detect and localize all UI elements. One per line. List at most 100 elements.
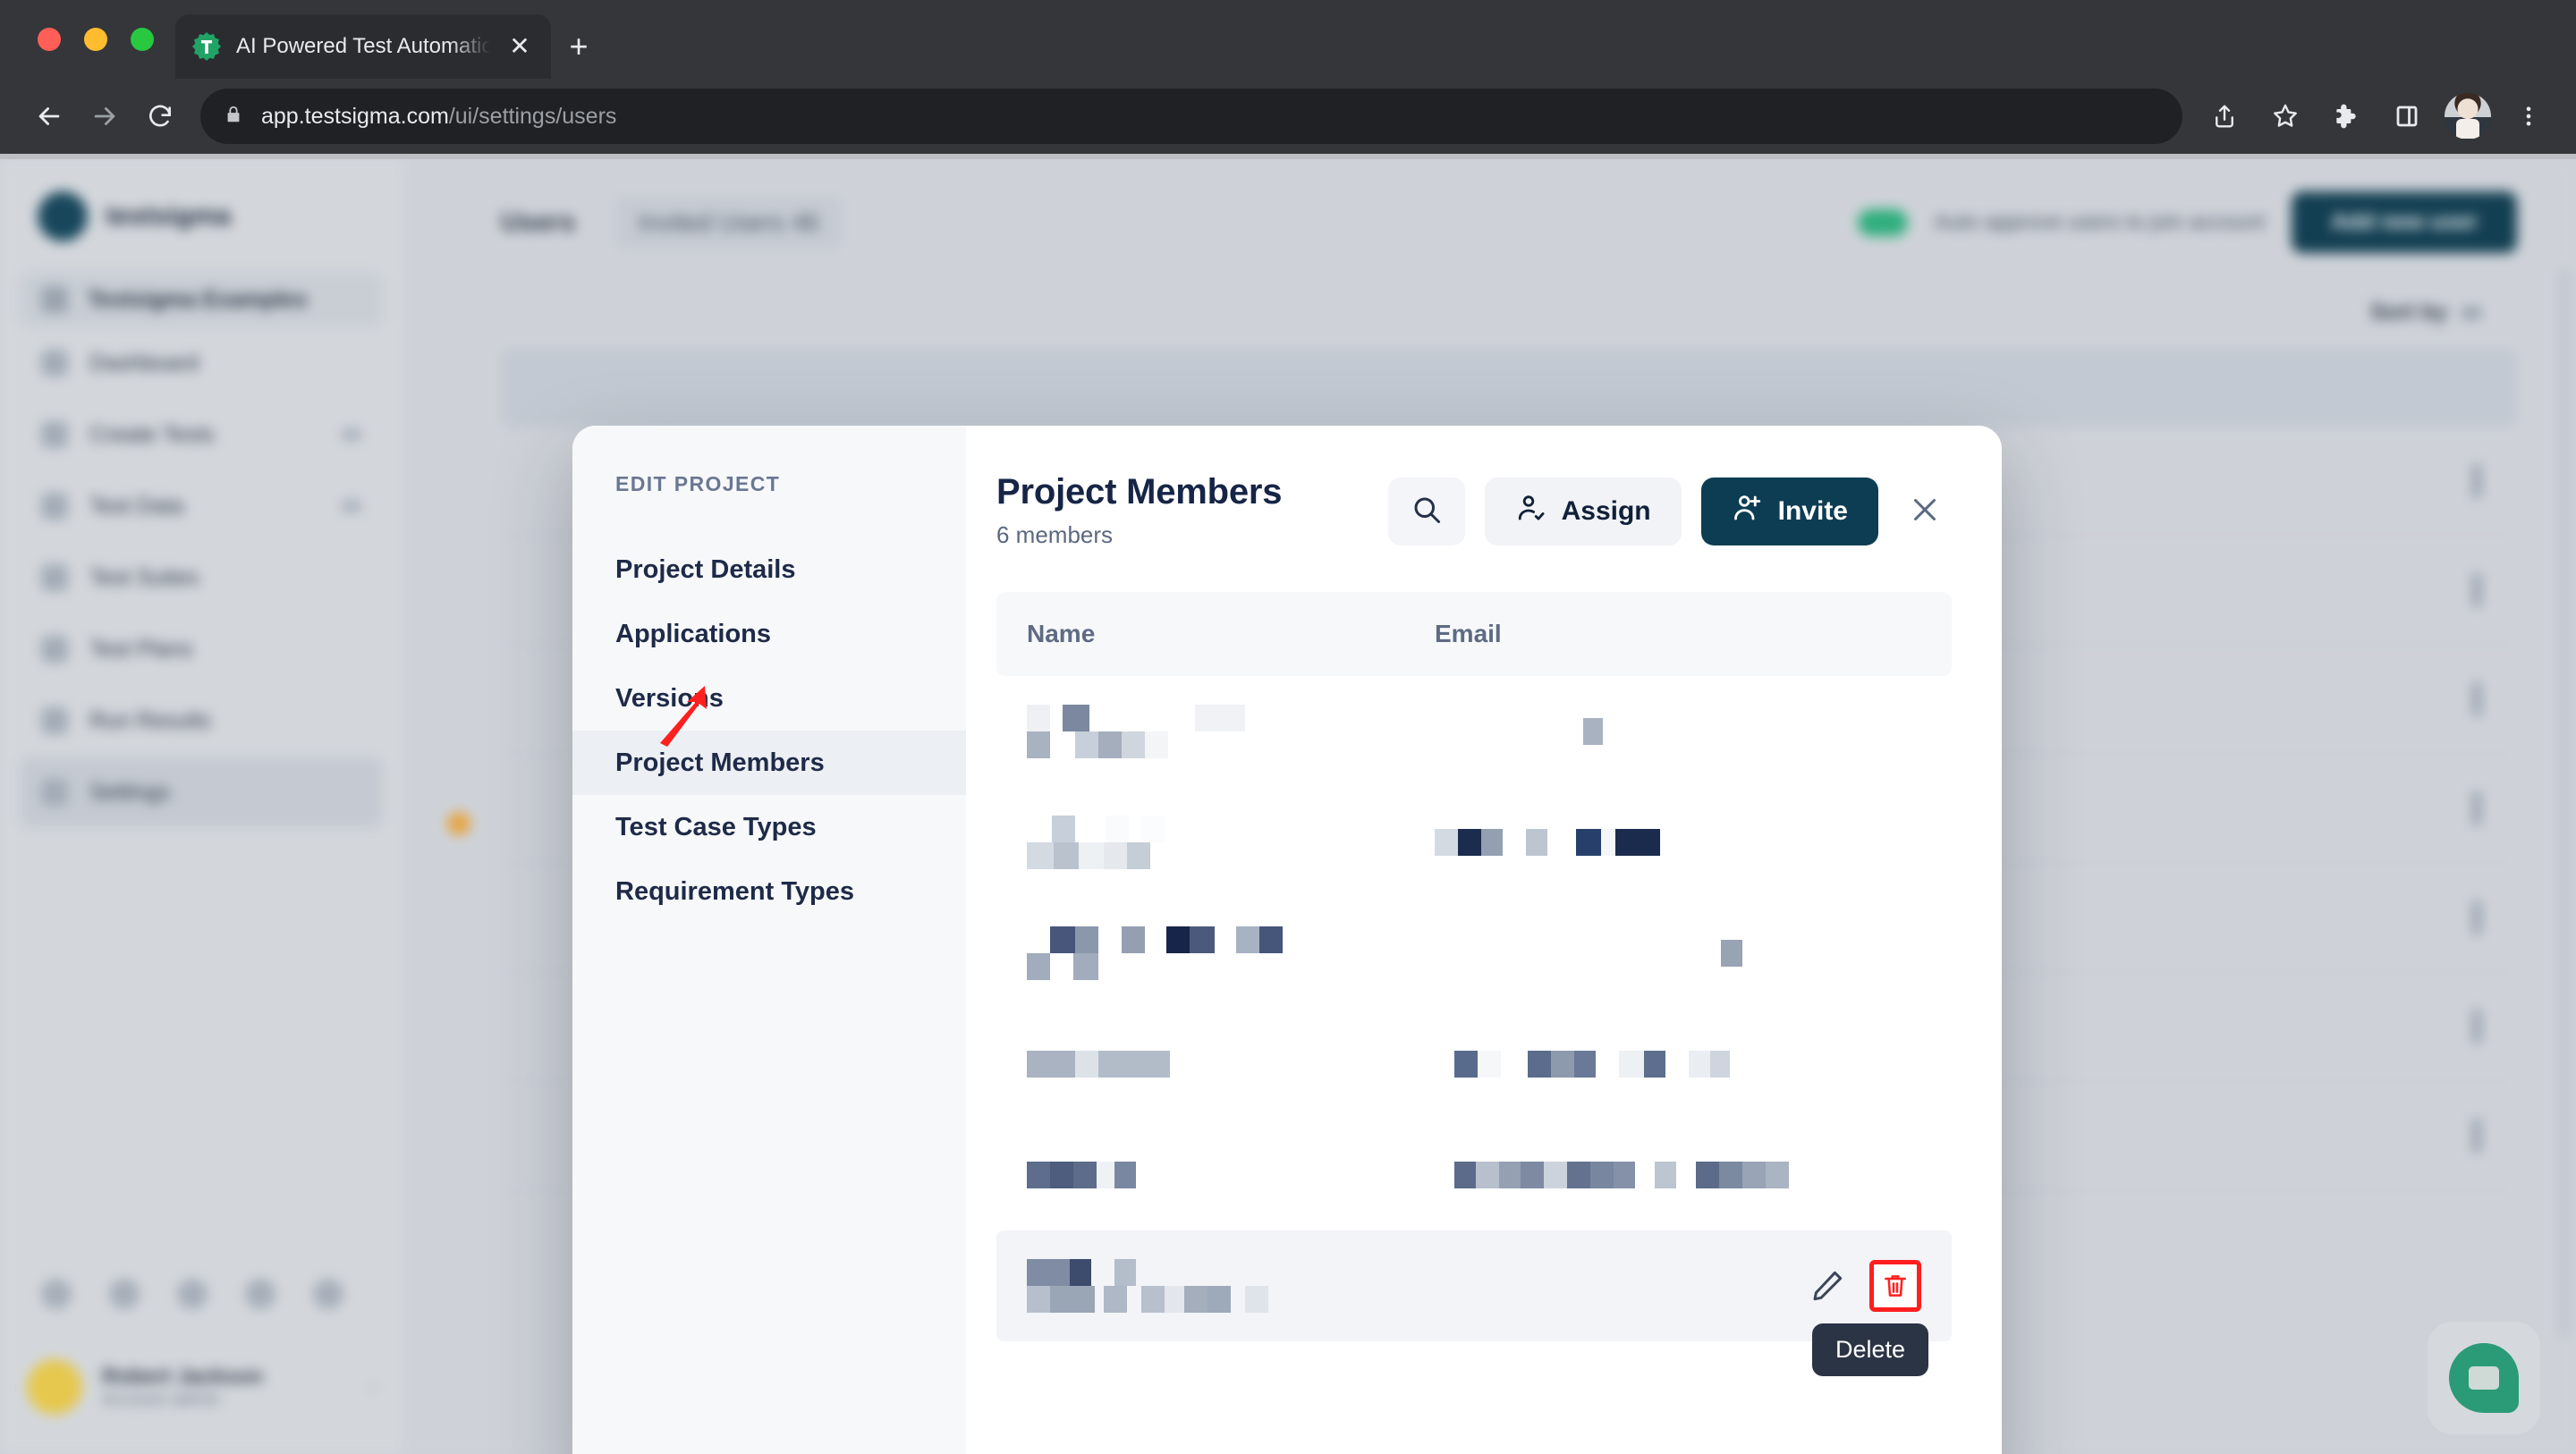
assign-button-label: Assign <box>1561 496 1651 526</box>
extensions-puzzle-icon[interactable] <box>2320 90 2372 142</box>
window-traffic-lights <box>20 0 175 79</box>
column-header-email: Email <box>1435 620 1502 647</box>
member-email-redacted <box>1435 1162 1791 1188</box>
address-bar[interactable]: app.testsigma.com/ui/settings/users <box>200 89 2182 144</box>
share-icon[interactable] <box>2199 90 2250 142</box>
sidebar-item-label: Dashboard <box>89 350 199 376</box>
modal-nav-label: Project Details <box>615 554 796 584</box>
modal-nav-test-case-types[interactable]: Test Case Types <box>572 795 966 859</box>
sidebar-item-create-tests[interactable]: Create Tests <box>0 399 402 470</box>
member-name-redacted <box>996 1162 1435 1188</box>
modal-nav-requirement-types[interactable]: Requirement Types <box>572 859 966 924</box>
status-badge <box>447 812 470 835</box>
kebab-menu-icon[interactable] <box>2472 790 2481 826</box>
assign-button[interactable]: Assign <box>1484 478 1682 545</box>
sidebar-item-test-suites[interactable]: Test Suites <box>0 542 402 613</box>
test-plans-icon <box>41 636 68 663</box>
sidebar-item-test-plans[interactable]: Test Plans <box>0 613 402 685</box>
sidebar-item-run-results[interactable]: Run Results <box>0 685 402 757</box>
help-icon[interactable] <box>109 1279 140 1309</box>
sort-by-control[interactable]: Sort by <box>501 300 2517 325</box>
create-tests-icon <box>41 421 68 448</box>
modal-nav-applications[interactable]: Applications <box>572 602 966 666</box>
modal-nav-project-details[interactable]: Project Details <box>572 537 966 602</box>
add-new-user-button[interactable]: Add new user <box>2292 191 2517 253</box>
pencil-edit-icon[interactable] <box>1809 1267 1846 1305</box>
sidebar-item-dashboard[interactable]: Dashboard <box>0 327 402 399</box>
app-sidebar-nav: Dashboard Create Tests Test Data Test Su… <box>0 327 402 828</box>
project-selector[interactable]: Testsigma Examples <box>20 272 383 327</box>
search-icon[interactable] <box>41 1279 72 1309</box>
close-modal-button[interactable] <box>1898 478 1952 545</box>
kebab-menu-icon[interactable] <box>2472 900 2481 935</box>
app-sidebar: testsigma Testsigma Examples Dashboard C… <box>0 159 402 1454</box>
profile-avatar[interactable] <box>2442 90 2494 142</box>
new-tab-button[interactable]: + <box>551 14 606 79</box>
address-bar-url: app.testsigma.com/ui/settings/users <box>261 104 616 130</box>
user-role: Account admin <box>102 1389 221 1409</box>
member-email-redacted <box>1435 940 1791 967</box>
tab-users[interactable]: Users <box>501 207 575 238</box>
app-logo[interactable]: testsigma <box>0 159 402 241</box>
users-header-actions: Auto approve users to join account Add n… <box>1857 191 2517 253</box>
three-dot-menu-icon[interactable] <box>2503 90 2555 142</box>
modal-kicker: EDIT PROJECT <box>615 472 781 495</box>
invite-button-label: Invite <box>1777 496 1848 526</box>
table-row[interactable] <box>996 676 1952 787</box>
browser-window: AI Powered Test Automation Pl ✕ + app.te… <box>0 0 2576 1454</box>
sidebar-item-label: Settings <box>89 779 171 805</box>
invite-button[interactable]: Invite <box>1700 478 1878 545</box>
modal-nav-label: Applications <box>615 619 772 648</box>
modal-nav-project-members[interactable]: Project Members <box>572 686 966 795</box>
modal-nav-label: Project Members <box>615 748 825 777</box>
close-icon[interactable]: ✕ <box>504 34 535 59</box>
chat-widget-glyph <box>2449 1343 2519 1413</box>
delete-button[interactable] <box>1869 1260 1921 1312</box>
tab-invited-users[interactable]: Invited Users 46 <box>614 195 843 249</box>
kebab-menu-icon[interactable] <box>2472 1118 2481 1154</box>
test-suites-icon <box>41 564 68 591</box>
table-row[interactable] <box>996 898 1952 1009</box>
project-selector-label: Testsigma Examples <box>88 286 308 312</box>
kebab-menu-icon[interactable] <box>2472 1009 2481 1044</box>
sidebar-item-test-data[interactable]: Test Data <box>0 470 402 542</box>
chevron-down-icon <box>342 500 361 512</box>
auto-approve-toggle[interactable] <box>1857 208 1908 236</box>
avatar <box>27 1359 82 1415</box>
table-row[interactable] <box>996 1009 1952 1120</box>
notifications-icon[interactable] <box>177 1279 208 1309</box>
dashboard-icon <box>41 350 68 376</box>
reload-icon[interactable] <box>132 89 188 144</box>
browser-tab-strip: AI Powered Test Automation Pl ✕ + <box>0 0 2576 79</box>
table-row-highlighted[interactable]: Delete <box>996 1230 1952 1376</box>
browser-tab-title: AI Powered Test Automation Pl <box>236 34 490 58</box>
kebab-menu-icon[interactable] <box>2472 572 2481 608</box>
bookmark-star-icon[interactable] <box>2259 90 2311 142</box>
sidebar-item-settings[interactable]: Settings <box>20 757 383 828</box>
sidebar-user-profile[interactable]: Robert Jackson Account admin › <box>0 1338 402 1454</box>
modal-nav-versions[interactable]: Versions <box>572 666 966 731</box>
forward-arrow-icon[interactable] <box>77 89 132 144</box>
app-logo-text: testsigma <box>106 201 232 231</box>
testsigma-logo-icon <box>38 191 88 241</box>
kebab-menu-icon[interactable] <box>2472 463 2481 499</box>
table-row[interactable] <box>996 1120 1952 1230</box>
maximize-window-button[interactable] <box>131 28 154 51</box>
support-icon[interactable] <box>313 1279 343 1309</box>
members-table: Name Email Delete <box>996 592 1952 1376</box>
chat-bubble-icon[interactable] <box>2428 1322 2540 1434</box>
kebab-menu-icon[interactable] <box>2472 681 2481 717</box>
apps-icon[interactable] <box>245 1279 275 1309</box>
search-button[interactable] <box>1387 478 1465 545</box>
minimize-window-button[interactable] <box>84 28 107 51</box>
chevron-down-icon <box>342 428 361 441</box>
close-window-button[interactable] <box>38 28 61 51</box>
modal-nav-list: Project Details Applications Versions Pr… <box>572 537 966 924</box>
side-panel-icon[interactable] <box>2381 90 2433 142</box>
table-row[interactable] <box>996 787 1952 898</box>
browser-tab[interactable]: AI Powered Test Automation Pl ✕ <box>175 14 551 79</box>
modal-title-group: Project Members 6 members <box>996 472 1283 549</box>
back-arrow-icon[interactable] <box>21 89 77 144</box>
browser-toolbar: app.testsigma.com/ui/settings/users <box>0 79 2576 154</box>
page-scrollbar[interactable] <box>2558 266 2571 1340</box>
